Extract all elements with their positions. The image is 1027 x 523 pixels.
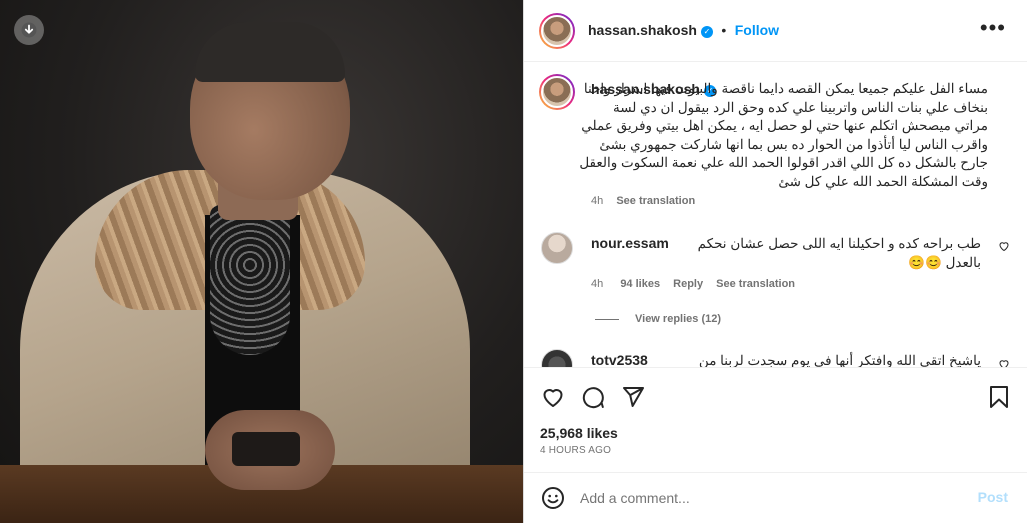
comment-see-translation[interactable]: See translation <box>716 278 795 290</box>
caption-see-translation[interactable]: See translation <box>616 195 695 207</box>
heart-icon[interactable] <box>541 385 565 414</box>
header-separator: • <box>721 22 727 38</box>
comment-time[interactable]: 4h <box>591 278 603 290</box>
header-user-line: hassan.shakosh ✓ • Follow <box>588 22 779 40</box>
comment-avatar[interactable] <box>541 232 573 264</box>
comment-like-icon[interactable] <box>998 358 1010 367</box>
comment-icon[interactable] <box>581 385 605 414</box>
emoji-icon[interactable] <box>541 486 565 515</box>
download-icon <box>21 22 37 38</box>
photo-phone <box>232 432 300 466</box>
more-options-icon[interactable]: ••• <box>980 17 1006 39</box>
view-replies-button[interactable]: View replies (12) <box>635 313 721 325</box>
caption-avatar[interactable] <box>539 74 575 110</box>
bookmark-icon[interactable] <box>988 385 1010 414</box>
comment-likes[interactable]: 94 likes <box>620 278 660 290</box>
comments-scroll-area[interactable]: hassan.shakosh ✓ مساء الفل عليكم جميعا يم… <box>524 62 1027 367</box>
post-dialog: hassan.shakosh ✓ • Follow ••• hassan.shak… <box>0 0 1027 523</box>
comment-username[interactable]: totv2538 <box>591 351 648 367</box>
add-comment-bar: Post <box>524 472 1027 523</box>
comment-body: nour.essam طب براحه كده و احكيلنا ايه ال… <box>591 234 981 272</box>
comment-meta: 4h 94 likes Reply See translation <box>591 278 795 290</box>
caption-time[interactable]: 4h <box>591 195 603 207</box>
comment-body: totv2538 ياشيخ اتقي الله وافتكر أنها في … <box>591 351 981 367</box>
download-button[interactable] <box>14 15 44 45</box>
send-icon[interactable] <box>621 385 645 414</box>
verified-badge-icon: ✓ <box>700 26 713 38</box>
post-comment-button[interactable]: Post <box>978 489 1008 505</box>
post-actions: 25,968 likes 4 HOURS AGO <box>524 367 1027 472</box>
photo-hair <box>195 22 345 82</box>
comment-reply-button[interactable]: Reply <box>673 278 703 290</box>
replies-line <box>595 319 619 320</box>
comment-like-icon[interactable] <box>998 240 1010 255</box>
comment-text: ياشيخ اتقي الله وافتكر أنها في يوم سجدت … <box>698 353 981 367</box>
author-username[interactable]: hassan.shakosh <box>588 22 697 38</box>
likes-count[interactable]: 25,968 likes <box>540 425 618 441</box>
comment-avatar[interactable] <box>541 349 573 367</box>
comment-username[interactable]: nour.essam <box>591 234 669 253</box>
post-image[interactable] <box>0 0 523 523</box>
post-side-panel: hassan.shakosh ✓ • Follow ••• hassan.shak… <box>523 0 1027 523</box>
post-timestamp[interactable]: 4 HOURS AGO <box>540 445 611 456</box>
caption-text: مساء الفل عليكم جميعا يمكن القصه دايما ن… <box>579 81 988 189</box>
follow-button[interactable]: Follow <box>735 22 779 38</box>
author-avatar[interactable] <box>539 13 575 49</box>
post-header: hassan.shakosh ✓ • Follow ••• <box>524 0 1027 62</box>
photo-scarf <box>210 205 290 355</box>
comment-input[interactable] <box>580 486 960 510</box>
caption-meta: 4h See translation <box>591 195 695 207</box>
